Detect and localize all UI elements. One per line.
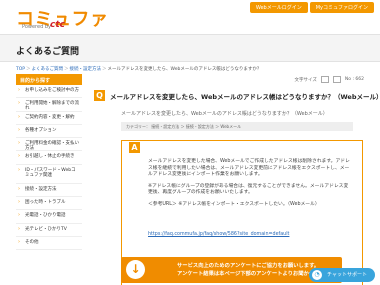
question-badge: Q — [94, 90, 105, 101]
font-size-small-button[interactable] — [320, 76, 329, 83]
chevron-right-icon: › — [18, 225, 20, 232]
sidebar-item[interactable]: › お申し込みをご検討中の方 — [16, 85, 82, 99]
breadcrumb-item[interactable]: 接続・設定方法 — [70, 67, 102, 72]
sidebar-item[interactable]: › 各種オプション — [16, 125, 82, 139]
answer-badge: A — [129, 142, 140, 153]
sidebar: 目的から探す › お申し込みをご検討中の方 › ご利用開始・解除までの流れ › ご契約… — [16, 74, 82, 251]
chat-support-label: チャットサポート — [327, 272, 367, 278]
breadcrumb: TOP＞よくあるご質問＞接続・設定方法＞メールアドレスを変更したら、Webメール… — [16, 67, 262, 72]
sidebar-item[interactable]: › 接続・設定方法 — [16, 184, 82, 198]
page-title: よくあるご質問 — [16, 47, 80, 57]
top-links: Webメールログイン Myコミュファログイン — [249, 2, 374, 13]
breadcrumb-current: メールアドレスを変更したら、Webメールのアドレス帳はどうなりますか？ — [107, 67, 262, 72]
arrow-down-icon: ↓ — [126, 260, 145, 279]
chevron-right-icon: › — [18, 100, 20, 107]
title-bar: よくあるご質問 — [0, 34, 380, 62]
sidebar-item[interactable]: › ご契約内容・変更・解約 — [16, 112, 82, 125]
chevron-right-icon: › — [18, 126, 20, 133]
mycommufa-login-link[interactable]: Myコミュファログイン — [309, 2, 374, 13]
breadcrumb-item[interactable]: よくあるご質問 — [32, 67, 64, 72]
chevron-right-icon: › — [18, 185, 20, 192]
category-path: カテゴリー： 接続・設定方法 ＞ 接続・設定方法 ＞ Webメール — [121, 122, 353, 131]
sidebar-item[interactable]: › 困った時・トラブル — [16, 197, 82, 211]
chevron-right-icon: › — [18, 166, 20, 173]
chevron-right-icon: › — [18, 87, 20, 93]
breadcrumb-item[interactable]: TOP — [16, 67, 25, 72]
answer-text: メールアドレスを変更した場合、Webメールでご作成したアドレス帳は削除されます。… — [148, 159, 353, 214]
answer-paragraph: ※アドレス帳にグループの登録がある場合は、復元することができません。メールアドレ… — [148, 183, 349, 196]
sidebar-item[interactable]: › ご利用料金の確認・支払い方法 — [16, 138, 82, 152]
chevron-right-icon: › — [18, 140, 20, 147]
sidebar-item[interactable]: › ご利用開始・解除までの流れ — [16, 98, 82, 112]
question-subtitle: メールアドレスを変更したら、Webメールのアドレス帳はどうなりますか？（Webメ… — [121, 111, 328, 117]
answer-link[interactable]: https://faq.commufa.jp/faq/show/586?site… — [148, 232, 289, 237]
question-header: Q メールアドレスを変更したら、Webメールのアドレス帳はどうなりますか？（We… — [94, 90, 380, 104]
question-title: メールアドレスを変更したら、Webメールのアドレス帳はどうなりますか？（Webメ… — [110, 93, 380, 101]
sidebar-item[interactable]: › その他 — [16, 237, 82, 251]
logo-sub: Powered by — [22, 24, 51, 30]
header: コミュファ Powered by ctc Webメールログイン Myコミュファロ… — [0, 0, 380, 34]
sidebar-item[interactable]: › 光電話・ひかり電話 — [16, 210, 82, 224]
chevron-right-icon: › — [18, 113, 20, 120]
answer-paragraph: メールアドレスを変更した場合、Webメールでご作成したアドレス帳は削除されます。… — [148, 159, 350, 178]
chevron-right-icon: › — [18, 238, 20, 245]
meta-row: 文字サイズ No : 662 — [295, 76, 364, 83]
sidebar-item[interactable]: › ID・パスワード・Webコミュファ関連 — [16, 165, 82, 184]
chat-support-button[interactable]: ◔ チャットサポート — [309, 268, 375, 282]
chevron-right-icon: › — [18, 199, 20, 206]
answer-paragraph: ＜参考URL＞ ※アドレス帳をインポート・エクスポートしたい。（Webメール） — [148, 201, 320, 207]
logo-brand: ctc — [50, 20, 65, 30]
chat-icon: ◔ — [312, 270, 322, 280]
chevron-right-icon: › — [18, 153, 20, 160]
sidebar-item[interactable]: › 光テレビ・ひかりTV — [16, 224, 82, 237]
faq-id: No : 662 — [344, 77, 364, 82]
font-size-label: 文字サイズ — [294, 77, 317, 83]
webmail-login-link[interactable]: Webメールログイン — [249, 2, 308, 13]
font-size-large-button[interactable] — [332, 76, 341, 83]
survey-banner[interactable]: ↓ サービス向上のためのアンケートにご協力をお願いします。 アンケート結果は本ペ… — [121, 257, 342, 283]
chevron-right-icon: › — [18, 212, 20, 219]
sidebar-item[interactable]: › お引越し・休止の手続き — [16, 151, 82, 165]
sidebar-heading: 目的から探す — [16, 74, 82, 85]
